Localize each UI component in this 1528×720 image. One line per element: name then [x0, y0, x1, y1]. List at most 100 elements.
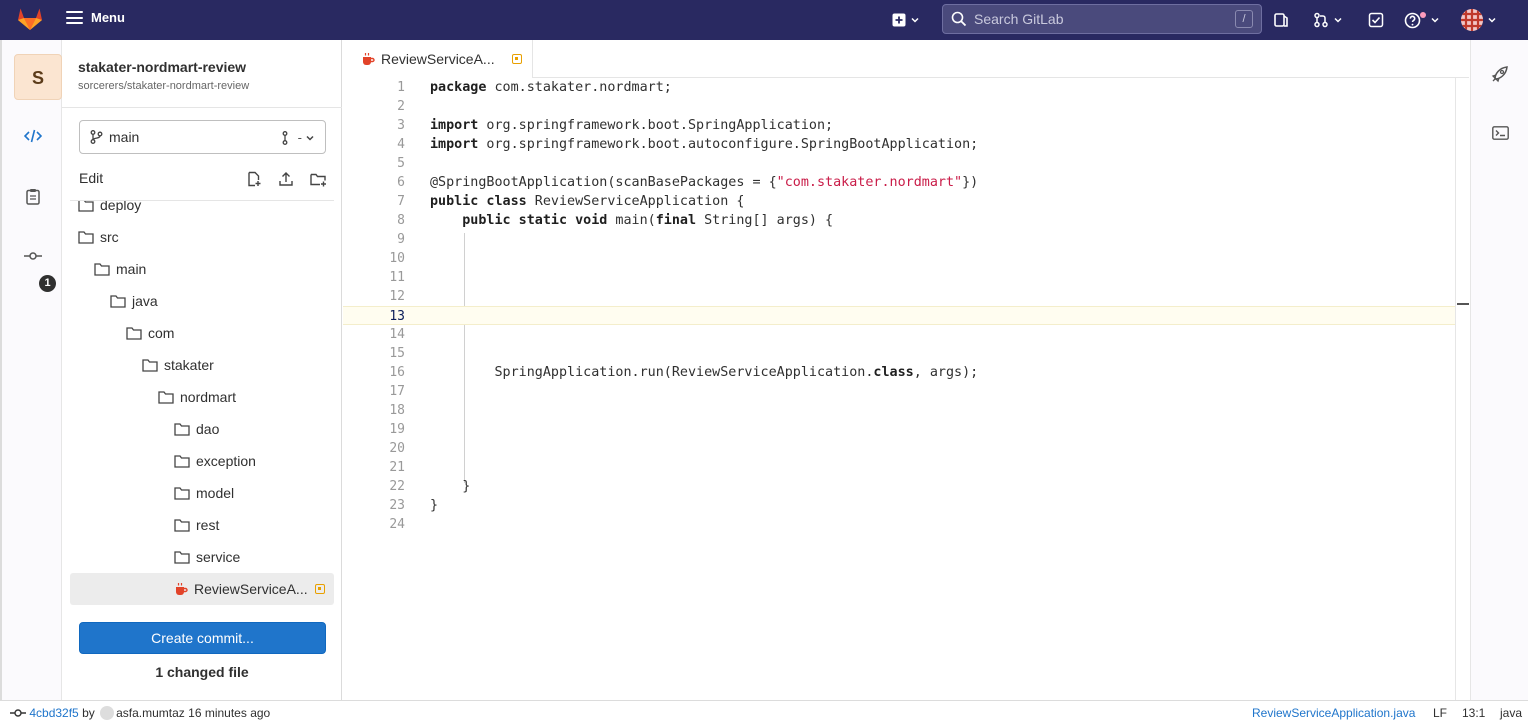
- code-line[interactable]: 2: [343, 97, 1455, 116]
- new-directory-button[interactable]: [307, 168, 329, 190]
- tree-folder[interactable]: java: [110, 285, 158, 317]
- code-line[interactable]: 23}: [343, 496, 1455, 515]
- tree-folder[interactable]: src: [78, 221, 119, 253]
- code-line[interactable]: 3 import org.springframework.boot.SpringA…: [343, 116, 1455, 135]
- code-line[interactable]: 6 @SpringBootApplication(scanBasePackages…: [343, 173, 1455, 192]
- code-line[interactable]: 17: [343, 382, 1455, 401]
- folder-icon: [110, 294, 126, 308]
- author-name[interactable]: asfa.mumtaz: [116, 706, 185, 720]
- line-number: 7: [397, 194, 405, 209]
- code-line[interactable]: 13: [343, 306, 1455, 325]
- create-commit-button[interactable]: Create commit...: [79, 622, 326, 654]
- code-line[interactable]: 15: [343, 344, 1455, 363]
- create-new-button[interactable]: [892, 10, 920, 30]
- folder-icon: [142, 358, 158, 372]
- upload-file-button[interactable]: [275, 168, 297, 190]
- project-path[interactable]: sorcerers/stakater-nordmart-review: [78, 80, 249, 92]
- search-icon: [951, 11, 967, 27]
- branch-selector[interactable]: main -: [79, 120, 326, 154]
- code-line[interactable]: 21: [343, 458, 1455, 477]
- commit-icon: [24, 252, 42, 260]
- project-name[interactable]: stakater-nordmart-review: [78, 59, 246, 75]
- code-line[interactable]: 9: [343, 230, 1455, 249]
- new-file-button[interactable]: [243, 168, 265, 190]
- tree-folder[interactable]: deploy: [78, 201, 141, 221]
- code-line[interactable]: 24: [343, 515, 1455, 534]
- merge-request-icon: [282, 130, 288, 145]
- help-button[interactable]: [1404, 10, 1440, 30]
- line-number: 9: [397, 232, 405, 247]
- code-line[interactable]: 22 }: [343, 477, 1455, 496]
- line-text: SpringApplication.run(ReviewServiceAppli…: [430, 365, 979, 380]
- gitlab-logo-icon[interactable]: [17, 7, 43, 31]
- merge-requests-button[interactable]: [1313, 10, 1343, 30]
- folder-icon: [174, 454, 190, 468]
- commit-mode-button[interactable]: [12, 238, 54, 274]
- status-cursor-position: 13:1: [1462, 706, 1486, 720]
- user-menu-button[interactable]: [1461, 9, 1497, 31]
- code-line[interactable]: 10: [343, 249, 1455, 268]
- tree-item-label: src: [100, 229, 119, 245]
- code-line[interactable]: 8 public static void main(final String[]…: [343, 211, 1455, 230]
- branch-icon: [90, 130, 103, 144]
- pipelines-button[interactable]: [1488, 62, 1512, 86]
- chevron-down-icon: [911, 17, 919, 23]
- chevron-down-icon: [306, 135, 314, 141]
- editor-tab[interactable]: ReviewServiceA...: [343, 40, 533, 78]
- tree-folder[interactable]: rest: [174, 509, 219, 541]
- review-mode-button[interactable]: [12, 178, 54, 214]
- line-number: 5: [397, 156, 405, 171]
- code-line[interactable]: 12: [343, 287, 1455, 306]
- code-line[interactable]: 14: [343, 325, 1455, 344]
- file-tree: deploy src main java com stakater nordmart dao e…: [70, 200, 334, 608]
- tree-folder[interactable]: exception: [174, 445, 256, 477]
- todos-button[interactable]: [1368, 10, 1384, 30]
- tree-folder[interactable]: model: [174, 477, 234, 509]
- branch-name: main: [109, 129, 140, 145]
- line-text: }: [430, 498, 439, 513]
- tree-folder[interactable]: com: [126, 317, 174, 349]
- code-editor: ReviewServiceA... 1 package com.stakater.…: [343, 40, 1469, 700]
- tree-folder[interactable]: main: [94, 253, 146, 285]
- java-file-icon: [363, 53, 375, 65]
- folder-icon: [174, 518, 190, 532]
- code-line[interactable]: 5: [343, 154, 1455, 173]
- code-line[interactable]: 7 public class ReviewServiceApplication {: [343, 192, 1455, 211]
- line-text: }: [430, 479, 471, 494]
- tree-file[interactable]: ReviewServiceA...: [70, 573, 334, 605]
- status-file-name[interactable]: ReviewServiceApplication.java: [1252, 706, 1415, 720]
- editor-scrollbar[interactable]: [1455, 78, 1469, 700]
- line-text: package com.stakater.nordmart;: [430, 80, 672, 95]
- search-input[interactable]: Search GitLab /: [942, 4, 1262, 34]
- top-navbar: Menu Search GitLab /: [0, 0, 1528, 40]
- code-line[interactable]: 16 SpringApplication.run(ReviewServiceAp…: [343, 363, 1455, 382]
- issues-icon: [1274, 13, 1288, 27]
- line-number: 15: [389, 346, 405, 361]
- code-line[interactable]: 4 import org.springframework.boot.autocon…: [343, 135, 1455, 154]
- code-line[interactable]: 18: [343, 401, 1455, 420]
- new-file-icon: [248, 171, 261, 187]
- code-line[interactable]: 11: [343, 268, 1455, 287]
- author-avatar: [100, 706, 115, 720]
- tree-folder[interactable]: stakater: [142, 349, 214, 381]
- tree-folder[interactable]: nordmart: [158, 381, 236, 413]
- project-avatar[interactable]: S: [14, 54, 62, 100]
- tree-folder[interactable]: service: [174, 541, 240, 573]
- merge-request-icon: [1314, 12, 1328, 28]
- merge-request-selector[interactable]: -: [282, 130, 315, 145]
- edit-label: Edit: [79, 170, 104, 186]
- code-area[interactable]: 1 package com.stakater.nordmart; 2 3 import …: [343, 78, 1455, 698]
- commit-sha-link[interactable]: 4cbd32f5: [29, 706, 78, 720]
- line-number: 2: [397, 99, 405, 114]
- modified-file-icon: [512, 54, 522, 64]
- tree-folder[interactable]: dao: [174, 413, 219, 445]
- code-line[interactable]: 19: [343, 420, 1455, 439]
- line-number: 3: [397, 118, 405, 133]
- code-line[interactable]: 1 package com.stakater.nordmart;: [343, 78, 1455, 97]
- tree-item-label: rest: [196, 517, 220, 533]
- code-line[interactable]: 20: [343, 439, 1455, 458]
- menu-button[interactable]: Menu: [66, 10, 125, 25]
- issues-button[interactable]: [1273, 10, 1289, 30]
- edit-mode-button[interactable]: [12, 118, 54, 154]
- terminal-button[interactable]: [1488, 121, 1512, 145]
